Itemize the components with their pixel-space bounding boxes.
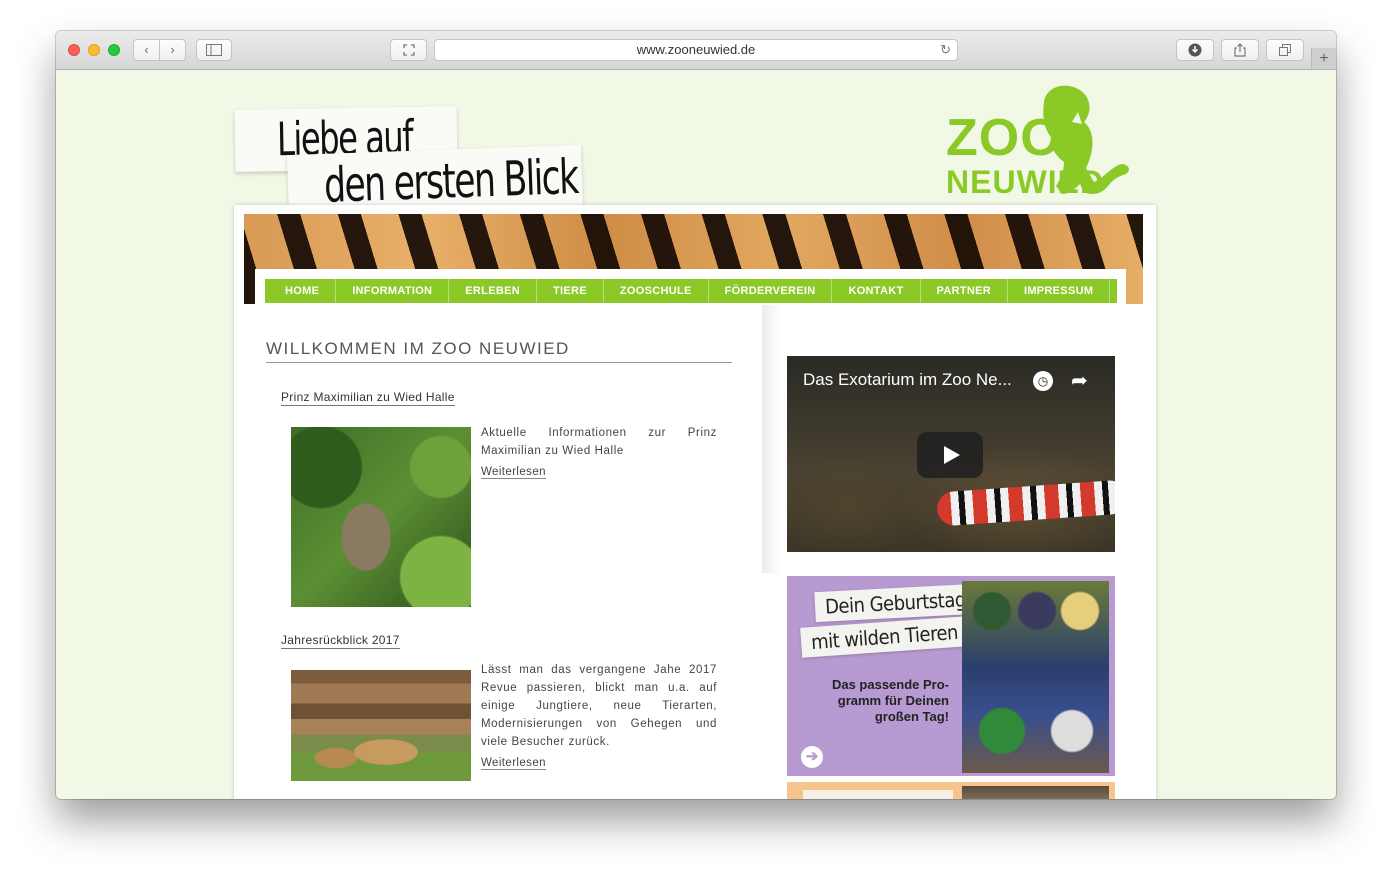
tab-overview-button[interactable] — [1266, 39, 1304, 61]
nav-tiere[interactable]: TIERE — [537, 279, 604, 303]
back-button[interactable]: ‹ — [134, 40, 160, 60]
nav-impressum[interactable]: IMPRESSUM — [1008, 279, 1111, 303]
read-more-link-halle[interactable]: Weiterlesen — [481, 466, 546, 479]
history-navigation: ‹ › — [133, 39, 186, 61]
read-more-link-review[interactable]: Weiterlesen — [481, 757, 546, 770]
tabs-icon — [1279, 44, 1291, 56]
browser-toolbar: ‹ › www.zooneuwied.de ↻ + — [56, 31, 1336, 70]
birthday-heading-2: mit wilden Tieren — [800, 616, 969, 658]
column-divider — [762, 305, 780, 573]
teaser-card — [803, 790, 953, 799]
zoo-logo[interactable]: ZOO NEUWIED — [944, 82, 1144, 200]
article-text-review: Lässt man das vergangene Jahe 2017 Revue… — [481, 664, 717, 748]
address-bar[interactable]: www.zooneuwied.de ↻ — [434, 39, 958, 61]
nav-kontakt[interactable]: KONTAKT — [832, 279, 921, 303]
downloads-button[interactable] — [1176, 39, 1214, 61]
content-page: HOME INFORMATION ERLEBEN TIERE ZOOSCHULE… — [234, 205, 1156, 799]
reload-icon[interactable]: ↻ — [940, 40, 951, 60]
watch-later-icon[interactable]: ◷ — [1033, 371, 1053, 391]
sidebar-icon — [206, 44, 222, 56]
share-button[interactable] — [1221, 39, 1259, 61]
sidebar-toggle-button[interactable] — [196, 39, 232, 61]
nav-partner[interactable]: PARTNER — [921, 279, 1008, 303]
video-player[interactable]: Das Exotarium im Zoo Ne... ◷ ➦ — [787, 356, 1115, 552]
lion-image[interactable] — [291, 670, 471, 781]
close-window-button[interactable] — [68, 44, 80, 56]
video-share-icon[interactable]: ➦ — [1071, 368, 1088, 393]
share-icon — [1234, 43, 1246, 57]
fullscreen-icon — [402, 44, 415, 56]
reader-fullscreen-button[interactable] — [390, 39, 427, 61]
download-icon — [1188, 43, 1202, 57]
main-navigation: HOME INFORMATION ERLEBEN TIERE ZOOSCHULE… — [265, 279, 1117, 303]
new-tab-button[interactable]: + — [1311, 48, 1336, 69]
nav-zooschule[interactable]: ZOOSCHULE — [604, 279, 709, 303]
page-title: WILLKOMMEN IM ZOO NEUWIED — [266, 339, 732, 363]
nav-information[interactable]: INFORMATION — [336, 279, 450, 303]
next-teaser[interactable] — [787, 782, 1115, 799]
logo-text-zoo: ZOO — [946, 109, 1062, 167]
nav-home[interactable]: HOME — [265, 279, 337, 303]
arrow-right-icon[interactable]: ➔ — [801, 746, 823, 768]
play-button[interactable] — [917, 432, 983, 478]
zoom-window-button[interactable] — [108, 44, 120, 56]
browser-window: ‹ › www.zooneuwied.de ↻ + Liebe auf den … — [56, 31, 1336, 799]
birthday-teaser[interactable]: Dein Geburtstag mit wilden Tieren Das pa… — [787, 576, 1115, 776]
article-text-halle: Aktuelle Informationen zur Prinz Maximil… — [481, 427, 717, 457]
web-page: Liebe auf den ersten Blick ZOO NEUWIED H… — [56, 70, 1336, 799]
sloth-image[interactable] — [291, 427, 471, 607]
logo-text-neuwied: NEUWIED — [946, 164, 1105, 200]
birthday-text: Das passende Pro-gramm für Deinen großen… — [831, 677, 949, 724]
kids-masks-photo — [962, 581, 1109, 773]
teaser-photo — [962, 786, 1109, 799]
nav-foerderverein[interactable]: FÖRDERVEREIN — [709, 279, 833, 303]
forward-button[interactable]: › — [160, 40, 185, 60]
nav-erleben[interactable]: ERLEBEN — [449, 279, 537, 303]
minimize-window-button[interactable] — [88, 44, 100, 56]
url-text: www.zooneuwied.de — [636, 42, 756, 57]
article-title-review[interactable]: Jahresrückblick 2017 — [281, 633, 400, 649]
video-title[interactable]: Das Exotarium im Zoo Ne... — [803, 370, 1012, 390]
article-title-halle[interactable]: Prinz Maximilian zu Wied Halle — [281, 390, 455, 406]
